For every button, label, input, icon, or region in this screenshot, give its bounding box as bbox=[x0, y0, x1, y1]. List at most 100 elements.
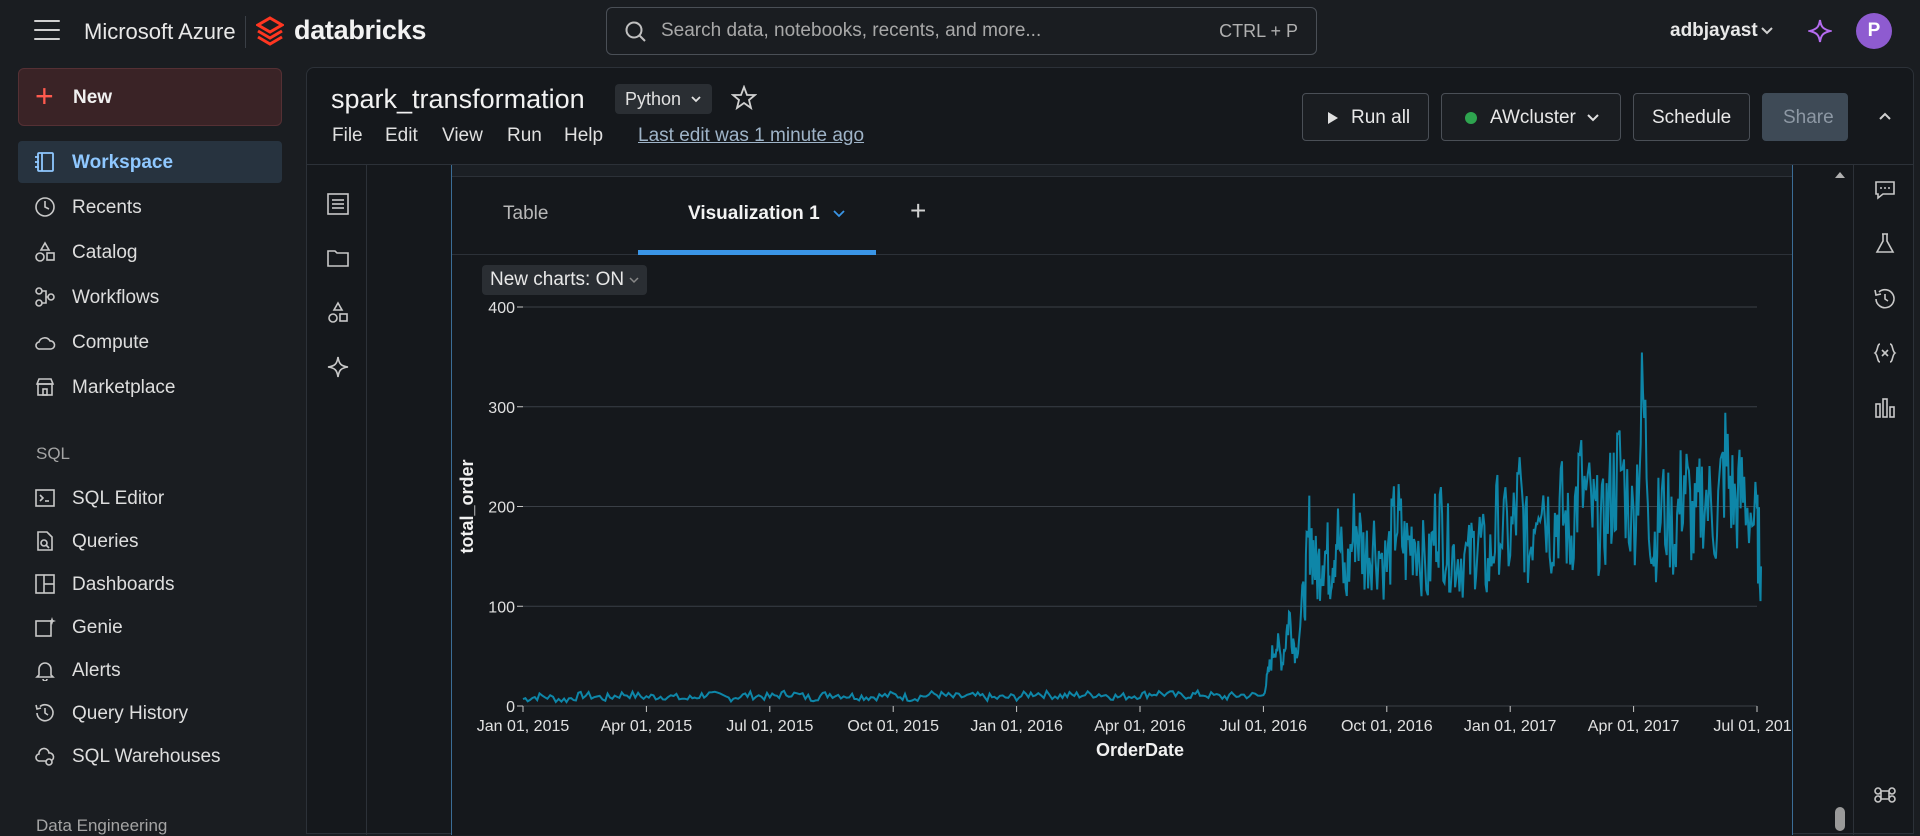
add-visualization-button[interactable]: + bbox=[910, 195, 926, 227]
y-tick-label: 200 bbox=[488, 500, 515, 517]
microsoft-azure-brand: Microsoft Azure bbox=[84, 19, 236, 44]
databricks-logo-icon[interactable] bbox=[256, 16, 284, 46]
x-tick-label: Jan 01, 2016 bbox=[970, 718, 1063, 735]
variables-icon[interactable] bbox=[1873, 341, 1897, 365]
databricks-brand[interactable]: databricks bbox=[294, 15, 426, 46]
clock-icon bbox=[35, 197, 55, 217]
status-dot-icon bbox=[1465, 112, 1477, 124]
history-icon bbox=[35, 703, 54, 722]
warehouse-icon bbox=[35, 747, 55, 766]
sidebar-item-genie[interactable]: Genie bbox=[18, 606, 282, 648]
history-icon[interactable] bbox=[1873, 287, 1897, 311]
share-button[interactable]: Share bbox=[1762, 93, 1848, 141]
tab-table[interactable]: Table bbox=[503, 203, 548, 225]
experiment-flask-icon[interactable] bbox=[1873, 232, 1897, 256]
global-search[interactable]: CTRL + P bbox=[606, 7, 1317, 55]
sidebar-item-queries[interactable]: Queries bbox=[18, 520, 282, 562]
chevron-down-icon[interactable] bbox=[1760, 24, 1774, 38]
sidebar-item-label: Query History bbox=[72, 703, 189, 724]
cluster-selector[interactable]: AWcluster bbox=[1441, 93, 1621, 141]
x-tick-label: Apr 01, 2017 bbox=[1588, 718, 1680, 735]
brand-divider bbox=[245, 16, 246, 48]
sidebar-item-dashboards[interactable]: Dashboards bbox=[18, 563, 282, 605]
chevron-up-icon[interactable] bbox=[1877, 108, 1893, 124]
new-button[interactable]: + New bbox=[18, 68, 282, 126]
notebook-title[interactable]: spark_transformation bbox=[331, 84, 585, 115]
schedule-label: Schedule bbox=[1652, 107, 1732, 128]
chevron-down-icon[interactable] bbox=[832, 207, 846, 221]
plus-icon: + bbox=[35, 78, 54, 114]
cell-title-strip bbox=[452, 165, 1792, 177]
y-tick-label: 100 bbox=[488, 599, 515, 616]
schedule-button[interactable]: Schedule bbox=[1633, 93, 1750, 141]
sidebar-item-label: SQL Editor bbox=[72, 488, 165, 509]
user-avatar[interactable]: P bbox=[1856, 13, 1892, 49]
catalog-icon[interactable] bbox=[326, 301, 350, 325]
folder-icon[interactable] bbox=[326, 246, 350, 270]
sidebar-item-workflows[interactable]: Workflows bbox=[18, 276, 282, 318]
search-shortcut-hint: CTRL + P bbox=[1219, 21, 1298, 41]
run-all-button[interactable]: Run all bbox=[1302, 93, 1429, 141]
scroll-up-arrow-icon[interactable] bbox=[1831, 167, 1849, 181]
language-label: Python bbox=[625, 89, 682, 109]
y-tick-label: 400 bbox=[488, 300, 515, 317]
language-selector[interactable]: Python bbox=[615, 84, 713, 114]
sidebar-item-alerts[interactable]: Alerts bbox=[18, 649, 282, 691]
run-all-label: Run all bbox=[1351, 107, 1411, 128]
notebook-left-rail bbox=[307, 165, 367, 835]
notebook-right-rail bbox=[1853, 165, 1913, 835]
vertical-scrollbar[interactable] bbox=[1831, 165, 1849, 835]
x-tick-label: Jan 01, 2017 bbox=[1464, 718, 1557, 735]
table-of-contents-icon[interactable] bbox=[326, 192, 350, 216]
x-tick-label: Jan 01, 2015 bbox=[477, 718, 570, 735]
sidebar-item-compute[interactable]: Compute bbox=[18, 321, 282, 363]
hamburger-menu-icon[interactable] bbox=[34, 20, 60, 42]
assistant-sparkle-icon[interactable] bbox=[1808, 18, 1832, 44]
search-input[interactable] bbox=[661, 18, 1181, 44]
workspace-user-menu[interactable]: adbjayast bbox=[1670, 20, 1758, 42]
sidebar-item-label: Queries bbox=[72, 531, 139, 552]
search-icon bbox=[625, 21, 646, 42]
data-engineering-section-heading: Data Engineering bbox=[36, 816, 168, 835]
sidebar-item-sql-warehouses[interactable]: SQL Warehouses bbox=[18, 735, 282, 777]
top-bar: Microsoft Azure databricks CTRL + P adbj… bbox=[0, 0, 1920, 64]
sidebar-item-recents[interactable]: Recents bbox=[18, 186, 282, 228]
tab-visualization-1[interactable]: Visualization 1 bbox=[688, 203, 820, 225]
sidebar-item-label: Catalog bbox=[72, 242, 138, 263]
scrollbar-thumb[interactable] bbox=[1835, 807, 1845, 831]
cloud-icon bbox=[35, 337, 56, 350]
sidebar-item-label: Compute bbox=[72, 332, 150, 353]
sidebar-item-label: Alerts bbox=[72, 660, 121, 681]
left-sidebar: + New Workspace Recents Catalog Workflow… bbox=[0, 64, 300, 835]
menu-run[interactable]: Run bbox=[507, 125, 542, 147]
menu-view[interactable]: View bbox=[442, 125, 483, 147]
sidebar-item-label: Dashboards bbox=[72, 574, 175, 595]
sidebar-item-label: SQL Warehouses bbox=[72, 746, 221, 767]
comment-icon[interactable] bbox=[1873, 178, 1897, 202]
genie-icon bbox=[35, 617, 56, 637]
line-chart[interactable]: 0 100 200 300 400 Jan 01, 2015 Apr 01, 2015 Jul… bbox=[452, 262, 1792, 835]
sidebar-item-catalog[interactable]: Catalog bbox=[18, 231, 282, 273]
store-icon bbox=[35, 378, 55, 396]
sidebar-item-label: Workflows bbox=[72, 287, 160, 308]
sidebar-item-workspace[interactable]: Workspace bbox=[18, 141, 282, 183]
chevron-down-icon bbox=[691, 96, 701, 103]
bar-chart-icon[interactable] bbox=[1873, 396, 1897, 420]
last-edit-link[interactable]: Last edit was 1 minute ago bbox=[638, 125, 864, 147]
sidebar-item-marketplace[interactable]: Marketplace bbox=[18, 366, 282, 408]
assistant-sparkle-icon[interactable] bbox=[326, 355, 350, 379]
sidebar-item-sql-editor[interactable]: SQL Editor bbox=[18, 477, 282, 519]
menu-edit[interactable]: Edit bbox=[385, 125, 418, 147]
x-tick-label: Apr 01, 2016 bbox=[1094, 718, 1186, 735]
menu-help[interactable]: Help bbox=[564, 125, 603, 147]
new-button-label: New bbox=[73, 87, 113, 108]
share-label: Share bbox=[1783, 107, 1834, 128]
favorite-star-icon[interactable] bbox=[731, 85, 757, 111]
chevron-down-icon bbox=[1587, 114, 1599, 122]
sidebar-item-query-history[interactable]: Query History bbox=[18, 692, 282, 734]
y-tick-label: 0 bbox=[506, 699, 515, 716]
series-line bbox=[522, 352, 1762, 704]
menu-file[interactable]: File bbox=[332, 125, 363, 147]
notebook-panel: spark_transformation Python File Edit Vi… bbox=[306, 67, 1914, 835]
keyboard-shortcuts-icon[interactable] bbox=[1873, 783, 1897, 807]
